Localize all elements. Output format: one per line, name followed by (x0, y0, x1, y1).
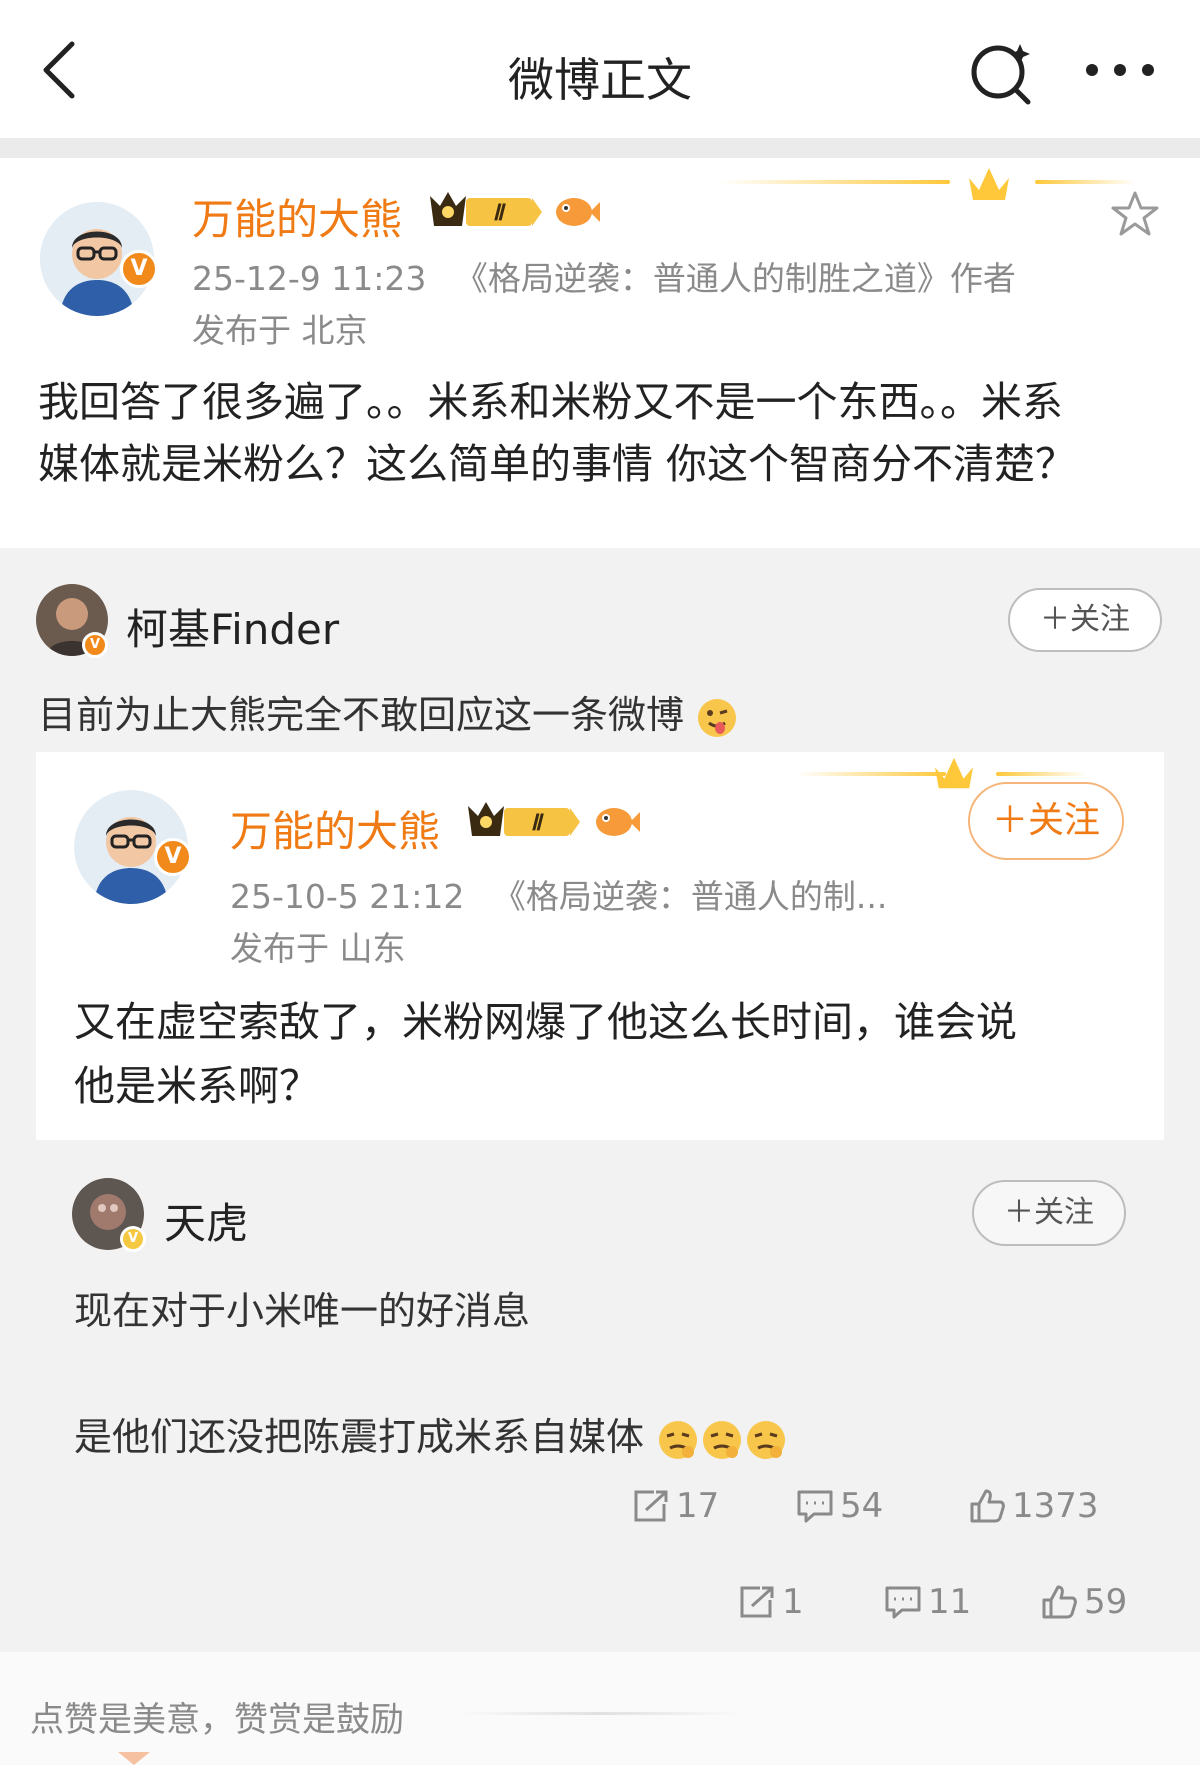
vip-level-badge-icon: Ⅱ (468, 802, 580, 836)
verified-badge: V (120, 1226, 146, 1252)
quoted-post[interactable]: V 万能的大熊 Ⅱ ＋关注 25-10-5 21:12 《格局逆袭：普通人的制.… (36, 752, 1164, 1140)
tongue-emoji-icon (698, 698, 737, 737)
repost-icon (740, 1586, 774, 1618)
inner-like-count: 1373 (1012, 1486, 1099, 1526)
inner-author-name[interactable]: 天虎 (164, 1190, 248, 1251)
inner-repost-action[interactable]: 17 (632, 1486, 719, 1526)
repost-icon (634, 1490, 668, 1522)
quoted-text-line: 他是米系啊？ (74, 1062, 320, 1110)
separator (0, 138, 1200, 158)
quoted-post-time: 25-10-5 21:12 (230, 877, 465, 916)
inner-text-line: 是他们还没把陈震打成米系自媒体 (74, 1406, 788, 1462)
vip-decoration (996, 772, 1086, 776)
vip-level-badge-icon: Ⅱ (430, 192, 542, 226)
like-icon (1042, 1585, 1077, 1619)
quoted-post-location: 发布于 山东 (230, 929, 406, 968)
reward-text: 点赞是美意，赞赏是鼓励 (30, 1700, 404, 1740)
fish-icon (596, 808, 640, 836)
fish-icon (556, 198, 600, 226)
search-icon[interactable] (968, 38, 1036, 106)
comment-count: 11 (928, 1582, 972, 1622)
verified-badge: V (154, 838, 192, 876)
post-text-line: 我回答了很多遍了。。米系和米粉又不是一个东西。。米系 (38, 378, 1063, 426)
follow-button[interactable]: ＋关注 (968, 782, 1124, 860)
author-name[interactable]: 万能的大熊 (192, 186, 402, 247)
inner-comment-action[interactable]: 54 (796, 1486, 883, 1526)
verified-badge: V (120, 250, 158, 288)
comment-icon (885, 1586, 921, 1619)
quoted-text-line: 又在虚空索敌了，米粉网爆了他这么长时间，谁会说 (74, 998, 1017, 1046)
inner-text-content: 是他们还没把陈震打成米系自媒体 (74, 1415, 645, 1459)
top-nav-bar: 微博正文 (0, 0, 1200, 138)
favorite-star-icon[interactable] (1110, 190, 1160, 238)
main-post: V 万能的大熊 Ⅱ 25-12-9 11:23 《格局逆袭：普通人的制胜之道》作… (0, 158, 1200, 548)
crown-icon (934, 757, 974, 789)
author-description: 《格局逆袭：普通人的制胜之道》作者 (454, 259, 1016, 298)
repost-text-content: 目前为止大熊完全不敢回应这一条微博 (38, 693, 685, 737)
vip-decoration (1035, 180, 1135, 184)
like-icon (970, 1489, 1005, 1523)
like-action[interactable]: 59 (1040, 1582, 1127, 1622)
thinking-emoji-icon (659, 1420, 786, 1459)
inner-comment-count: 54 (840, 1486, 884, 1526)
verified-badge: V (82, 632, 108, 658)
reward-footer: 点赞是美意，赞赏是鼓励 (0, 1652, 1200, 1765)
follow-button[interactable]: ＋关注 (972, 1180, 1126, 1246)
vip-decoration (720, 180, 950, 184)
repost-author-name[interactable]: 柯基Finder (126, 596, 339, 657)
repost-text: 目前为止大熊完全不敢回应这一条微博 (38, 684, 738, 739)
comment-action[interactable]: 11 (884, 1582, 971, 1622)
divider (460, 1712, 740, 1715)
repost-count: 1 (782, 1582, 804, 1622)
caret-icon (118, 1752, 150, 1765)
like-count: 59 (1084, 1582, 1128, 1622)
quoted-author-name[interactable]: 万能的大熊 (230, 798, 440, 859)
post-time: 25-12-9 11:23 (192, 259, 427, 298)
vip-decoration (796, 772, 946, 776)
quoted-author-description: 《格局逆袭：普通人的制... (492, 877, 888, 916)
post-text-line: 媒体就是米粉么？这么简单的事情 你这个智商分不清楚？ (38, 440, 1077, 488)
more-icon[interactable] (1080, 55, 1160, 85)
inner-repost-count: 17 (676, 1486, 720, 1526)
comment-icon (797, 1490, 833, 1523)
repost-action[interactable]: 1 (738, 1582, 804, 1622)
crown-icon (969, 168, 1009, 200)
follow-button[interactable]: ＋关注 (1008, 588, 1162, 652)
inner-like-action[interactable]: 1373 (968, 1486, 1099, 1526)
inner-text-line: 现在对于小米唯一的好消息 (74, 1289, 531, 1333)
post-location: 发布于 北京 (192, 311, 368, 350)
